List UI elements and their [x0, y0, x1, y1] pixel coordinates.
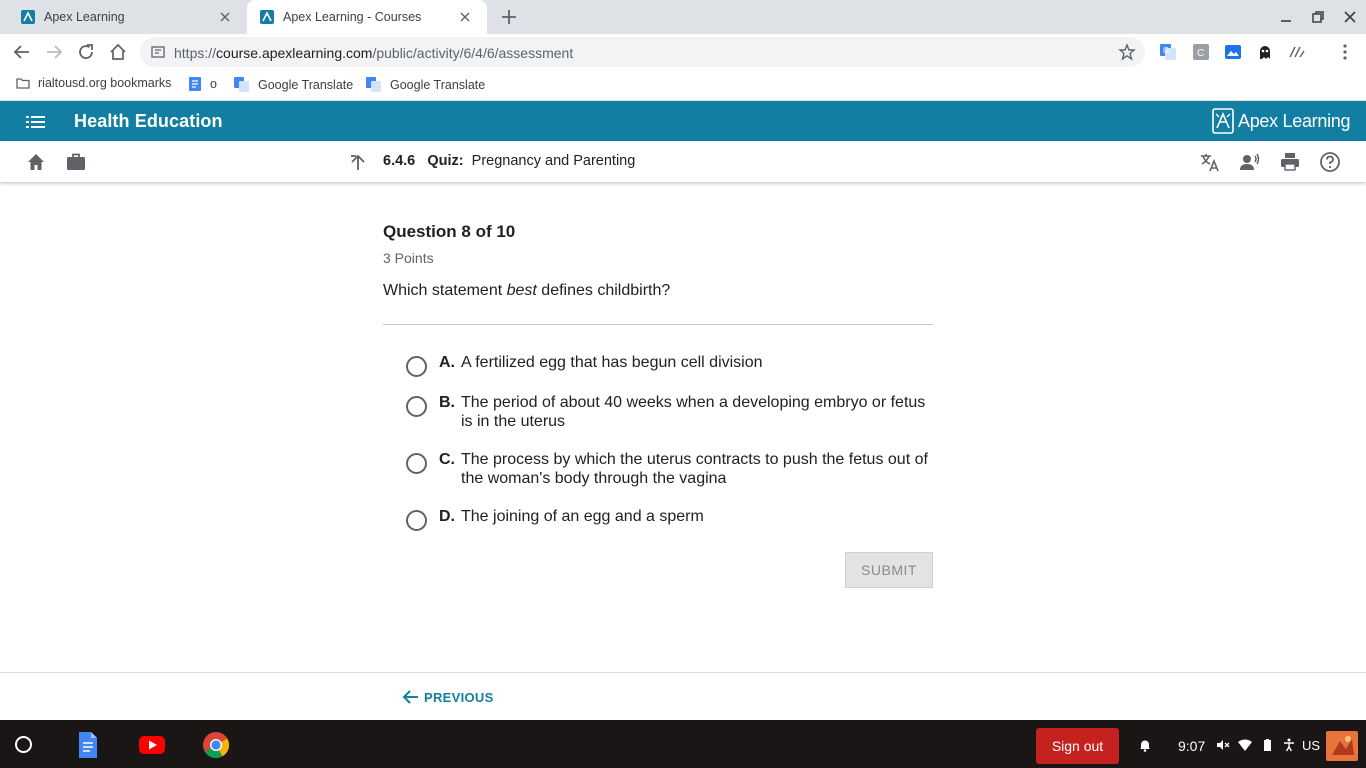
page-info-icon[interactable] [151, 45, 165, 59]
tab-title: Apex Learning - Courses [283, 10, 422, 24]
clock[interactable]: 9:07 [1178, 738, 1205, 754]
user-avatar[interactable] [1326, 731, 1358, 761]
home-icon[interactable] [25, 151, 47, 173]
google-translate-icon [234, 77, 249, 92]
question-prompt: Which statement best defines childbirth? [383, 282, 671, 299]
svg-text:G: G [1163, 46, 1169, 55]
ghost-extension-icon[interactable] [1256, 43, 1274, 61]
browser-toolbar: https://course.apexlearning.com/public/a… [0, 34, 1366, 70]
previous-button[interactable]: PREVIOUS [402, 689, 494, 705]
submit-button[interactable]: SUBMIT [845, 552, 933, 588]
print-icon[interactable] [1279, 151, 1301, 173]
accessibility-icon[interactable] [1282, 738, 1296, 752]
question-number: Question 8 of 10 [383, 222, 516, 241]
option-letter: A. [439, 354, 455, 371]
bookmark-item[interactable]: o [188, 76, 217, 92]
apex-logo-icon [1212, 108, 1234, 134]
apex-favicon-icon [260, 10, 274, 24]
radio-button[interactable] [406, 453, 427, 474]
briefcase-icon[interactable] [65, 151, 87, 173]
answer-option-b[interactable]: B. The period of about 40 weeks when a d… [406, 393, 936, 431]
activity-type: Quiz: [427, 153, 464, 169]
read-extension-icon[interactable] [1288, 43, 1306, 61]
radio-button[interactable] [406, 396, 427, 417]
google-translate-icon [366, 77, 381, 92]
activity-toolbar: 6.4.6 Quiz: Pregnancy and Parenting [0, 141, 1366, 182]
tab-close-icon[interactable] [457, 9, 473, 25]
option-text: The process by which the uterus contract… [461, 451, 928, 487]
bookmark-folder[interactable]: rialtousd.org bookmarks [16, 76, 171, 90]
docs-icon [189, 77, 201, 91]
option-text: The joining of an egg and a sperm [461, 508, 704, 525]
google-translate-extension-icon[interactable]: G [1159, 43, 1177, 61]
apex-learning-logo: Apex Learning [1212, 108, 1350, 134]
folder-icon [16, 78, 30, 89]
browser-tab[interactable]: Apex Learning [0, 0, 247, 34]
up-arrow-icon[interactable] [347, 151, 369, 173]
google-docs-icon[interactable] [74, 731, 102, 759]
browser-tab-strip: Apex Learning Apex Learning - Courses [0, 0, 1366, 34]
address-bar[interactable]: https://course.apexlearning.com/public/a… [140, 37, 1145, 67]
option-letter: B. [439, 394, 455, 411]
app-header: Health Education Apex Learning [0, 101, 1366, 141]
screenshot-extension-icon[interactable] [1224, 43, 1242, 61]
bookmark-item[interactable]: Google Translate [365, 76, 485, 93]
course-menu-icon[interactable] [26, 114, 46, 130]
radio-button[interactable] [406, 510, 427, 531]
tab-close-icon[interactable] [217, 9, 233, 25]
bookmark-star-icon[interactable] [1118, 43, 1136, 61]
input-method[interactable]: US [1302, 738, 1320, 753]
sign-out-button[interactable]: Sign out [1036, 728, 1119, 764]
svg-text:C: C [1197, 48, 1204, 59]
minimize-icon[interactable] [1278, 9, 1294, 25]
bookmark-item[interactable]: Google Translate [233, 76, 353, 93]
radio-button[interactable] [406, 356, 427, 377]
chrome-icon[interactable] [202, 731, 230, 759]
read-aloud-icon[interactable] [1239, 151, 1261, 173]
course-title: Health Education [74, 111, 223, 131]
browser-tab-active[interactable]: Apex Learning - Courses [247, 0, 487, 34]
wifi-icon[interactable] [1238, 738, 1252, 752]
launcher-icon[interactable] [15, 736, 32, 753]
divider [383, 324, 933, 325]
activity-number: 6.4.6 [383, 153, 416, 169]
option-letter: C. [439, 451, 455, 468]
more-menu-icon[interactable] [1336, 43, 1354, 61]
c-extension-icon[interactable]: C [1192, 43, 1210, 61]
question-points: 3 Points [383, 250, 434, 266]
new-tab-icon[interactable] [499, 7, 519, 27]
previous-label: PREVIOUS [424, 689, 494, 705]
activity-name: Pregnancy and Parenting [471, 153, 636, 169]
battery-icon[interactable] [1260, 738, 1274, 752]
answer-option-c[interactable]: C. The process by which the uterus contr… [406, 450, 936, 488]
translate-icon[interactable] [1199, 151, 1221, 173]
avatar-image-icon [1332, 736, 1354, 755]
apex-favicon-icon [21, 10, 35, 24]
arrow-left-icon [402, 690, 418, 704]
youtube-icon[interactable] [138, 731, 166, 759]
forward-icon[interactable] [45, 43, 63, 61]
option-letter: D. [439, 508, 455, 525]
activity-title: 6.4.6 Quiz: Pregnancy and Parenting [383, 153, 635, 169]
notification-bell-icon[interactable] [1138, 738, 1152, 752]
url-text: https://course.apexlearning.com/public/a… [174, 45, 574, 61]
answer-option-d[interactable]: D. The joining of an egg and a sperm [406, 507, 936, 531]
bookmarks-bar: rialtousd.org bookmarks o Google Transla… [0, 70, 1366, 101]
answer-option-a[interactable]: A. A fertilized egg that has begun cell … [406, 353, 936, 377]
restore-icon[interactable] [1310, 9, 1326, 25]
option-text: The period of about 40 weeks when a deve… [461, 394, 926, 430]
home-icon[interactable] [109, 43, 127, 61]
tab-title: Apex Learning [44, 10, 125, 24]
option-text: A fertilized egg that has begun cell div… [461, 354, 763, 371]
close-window-icon[interactable] [1342, 9, 1358, 25]
back-icon[interactable] [13, 43, 31, 61]
mute-icon[interactable] [1216, 738, 1230, 752]
help-icon[interactable] [1319, 151, 1341, 173]
activity-footer: PREVIOUS [0, 672, 1366, 721]
reload-icon[interactable] [77, 43, 95, 61]
